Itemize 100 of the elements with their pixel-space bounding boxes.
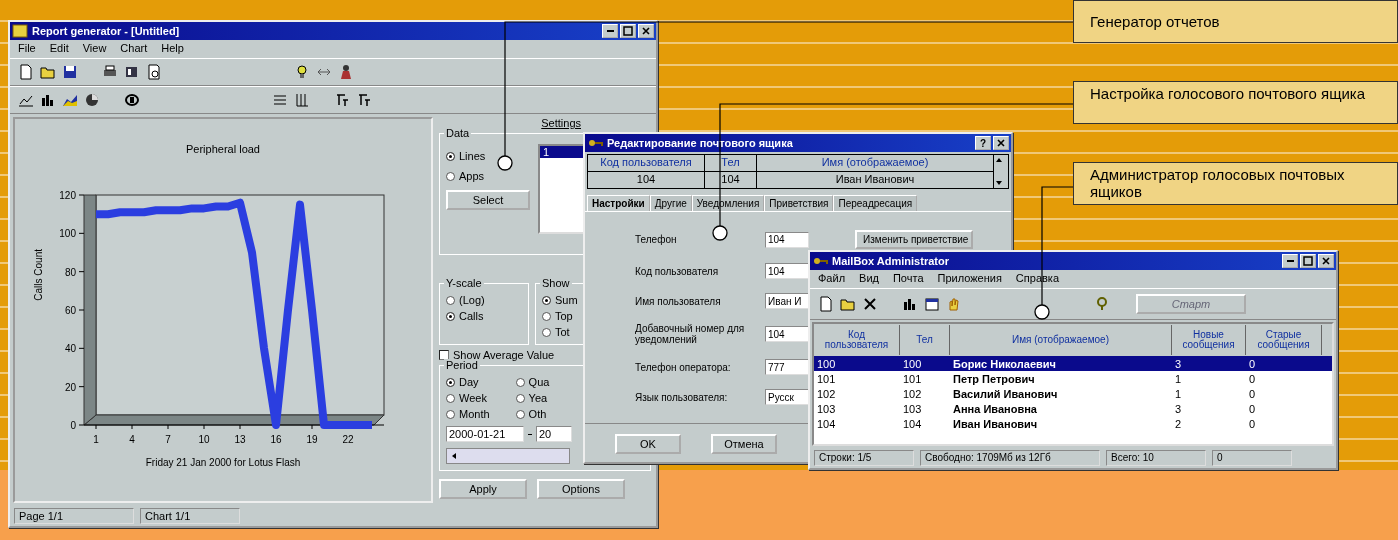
column-header[interactable]: Тел [900, 325, 950, 355]
delete-icon[interactable] [862, 296, 878, 312]
table-row[interactable]: 101 101 Петр Петрович 1 0 [814, 371, 1332, 386]
pie-chart-icon[interactable] [84, 92, 100, 108]
column-header[interactable]: Новые сообщения [1172, 325, 1246, 355]
close-button[interactable] [638, 24, 654, 38]
new-document-icon[interactable] [818, 296, 834, 312]
settings-link[interactable]: Settings [541, 117, 581, 129]
menu-item[interactable]: Почта [892, 272, 924, 286]
radio-button[interactable]: Sum [542, 294, 578, 306]
tab[interactable]: Переадресация [833, 195, 918, 211]
input-field[interactable]: 777 [765, 359, 809, 375]
table-cell-text: Петр Петрович [952, 372, 1036, 385]
minimize-icon [606, 30, 614, 32]
person-icon[interactable] [338, 64, 354, 80]
minimize-button[interactable] [1282, 254, 1298, 268]
radio-button[interactable]: Week [446, 392, 490, 404]
group-label: Show [540, 277, 572, 289]
table-row[interactable]: 100 100 Борис Николаевич 3 0 [814, 356, 1332, 371]
table-cell-text: 101 [902, 372, 923, 385]
radio-button[interactable]: Lines [446, 150, 530, 162]
question-bulb-icon[interactable] [1094, 296, 1110, 312]
radio-button[interactable]: Day [446, 376, 490, 388]
open-folder-icon[interactable] [40, 64, 56, 80]
hand-icon[interactable] [946, 296, 962, 312]
font-icon[interactable] [356, 92, 372, 108]
grid-icon[interactable] [294, 92, 310, 108]
menu-item[interactable]: Файл [818, 272, 846, 286]
radio-button[interactable]: Apps [446, 170, 530, 182]
tick-label: 1 [92, 434, 99, 445]
select-button[interactable]: Select [446, 190, 530, 210]
maximize-button[interactable] [1300, 254, 1316, 268]
table-cell: 104 [588, 172, 705, 188]
radio-button[interactable]: Qua [515, 376, 550, 388]
print-preview-icon[interactable] [146, 64, 162, 80]
menu-item[interactable]: Вид [859, 272, 879, 286]
table-row[interactable]: 104 104 Иван Иванович 2 0 [814, 416, 1332, 431]
table-cell-text: 104 [816, 417, 837, 430]
tab[interactable]: Другие [649, 195, 692, 211]
chart-3d-icon[interactable] [124, 92, 140, 108]
column-header[interactable]: Тел [705, 155, 757, 171]
input-field[interactable]: 104 [765, 326, 809, 342]
radio-button[interactable]: Tot [542, 326, 578, 338]
menu-item[interactable]: Приложения [937, 272, 1002, 286]
table-cell-text: Анна Ивановна [952, 402, 1038, 415]
radio-button[interactable]: Calls [446, 310, 485, 322]
font-icon[interactable] [334, 92, 350, 108]
date-field[interactable]: 20 [536, 426, 572, 442]
input-field[interactable]: 104 [765, 263, 809, 279]
minimize-button[interactable] [602, 24, 618, 38]
tab[interactable]: Приветствия [764, 195, 834, 211]
menu-item[interactable]: Chart [120, 42, 148, 56]
menu-item[interactable]: File [18, 42, 36, 56]
new-document-icon[interactable] [18, 64, 34, 80]
tick-label: 10 [197, 434, 210, 445]
input-field[interactable]: 104 [765, 231, 809, 248]
button[interactable]: Apply [439, 479, 527, 499]
maximize-button[interactable] [620, 24, 636, 38]
radio-button[interactable]: Yea [515, 392, 550, 404]
group-label: Data [444, 127, 472, 139]
date-field[interactable]: 2000-01-21 [446, 426, 524, 442]
column-header[interactable]: Код пользователя [588, 155, 705, 171]
menu-item[interactable]: Edit [49, 42, 69, 56]
menu-item[interactable]: Help [161, 42, 184, 56]
radio-button[interactable]: Top [542, 310, 578, 322]
button[interactable]: Options [537, 479, 625, 499]
menu-item[interactable]: View [82, 42, 107, 56]
bar-chart-icon[interactable] [902, 296, 918, 312]
close-button[interactable] [993, 136, 1009, 150]
column-header[interactable]: Имя (отображаемое) [950, 325, 1172, 355]
radio-button[interactable]: Month [446, 408, 490, 420]
column-header[interactable]: Старые сообщения [1246, 325, 1322, 355]
close-button[interactable] [1318, 254, 1334, 268]
tab[interactable]: Настройки [587, 195, 650, 211]
scrollbar[interactable] [994, 155, 1008, 188]
tick-label: 0 [69, 420, 76, 431]
table-row[interactable]: 102 102 Василий Иванович 1 0 [814, 386, 1332, 401]
input-field[interactable]: Иван И [765, 293, 809, 309]
help-button[interactable]: ? [975, 136, 991, 150]
radio-button[interactable]: Oth [515, 408, 550, 420]
lightbulb-icon[interactable] [294, 64, 310, 80]
table-cell-text: 102 [902, 387, 923, 400]
table-cell: 104 [705, 172, 757, 188]
button[interactable]: OK [615, 434, 681, 454]
column-header[interactable]: Код пользователя [814, 325, 900, 355]
tick-label: 120 [58, 190, 76, 201]
input-field[interactable]: Русск [765, 389, 809, 405]
book-icon[interactable] [124, 64, 140, 80]
bar-chart-icon[interactable] [40, 92, 56, 108]
button[interactable]: Отмена [711, 434, 777, 454]
radio-button[interactable]: (Log) [446, 294, 485, 306]
calendar-icon[interactable] [924, 296, 940, 312]
tick-label: 13 [233, 434, 246, 445]
legend-icon[interactable] [272, 92, 288, 108]
scrollbar[interactable] [446, 448, 570, 464]
button[interactable]: Изменить приветствие [855, 230, 973, 249]
table-row[interactable]: 103 103 Анна Ивановна 3 0 [814, 401, 1332, 416]
table-cell-text: Борис Николаевич [952, 357, 1057, 370]
open-folder-icon[interactable] [840, 296, 856, 312]
start-button[interactable]: Старт [1136, 294, 1246, 314]
